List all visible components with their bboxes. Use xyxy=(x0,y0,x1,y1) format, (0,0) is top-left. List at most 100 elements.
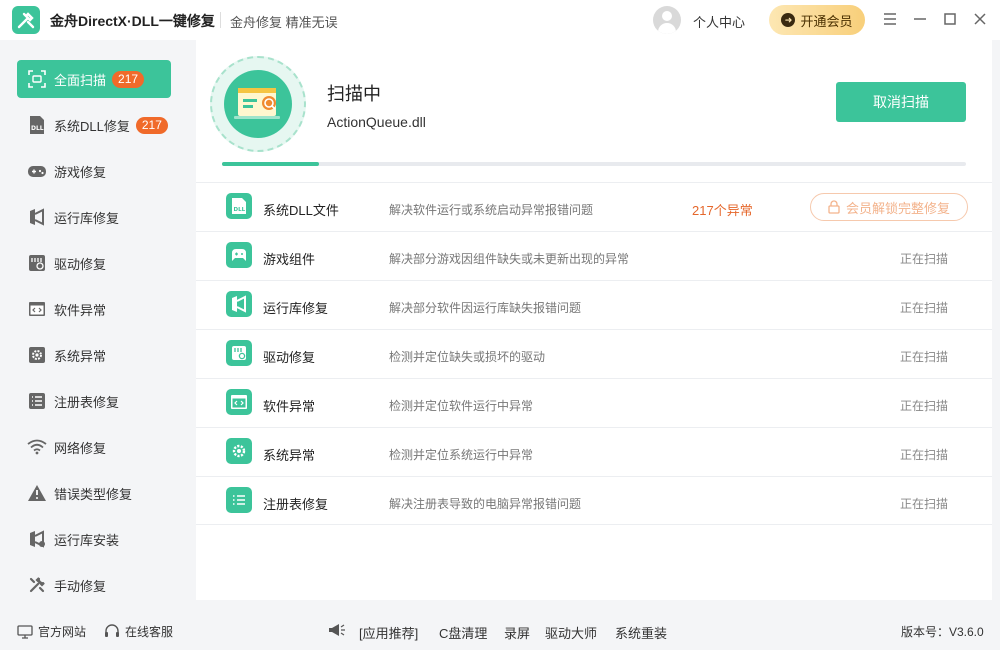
recommend-screen-record[interactable]: 录屏 xyxy=(504,623,530,642)
vip-button-label: 开通会员 xyxy=(800,13,853,29)
result-row-software: 软件异常 检测并定位软件运行中异常 正在扫描 xyxy=(196,378,992,427)
scan-status: 正在扫描 xyxy=(900,350,949,364)
sidebar-item-label: 驱动修复 xyxy=(54,256,107,272)
sidebar-item-label: 全面扫描 xyxy=(54,72,107,88)
scan-status: 正在扫描 xyxy=(900,448,949,462)
official-site-label: 官方网站 xyxy=(38,625,87,639)
result-desc: 检测并定位软件运行中异常 xyxy=(389,399,534,413)
avatar[interactable] xyxy=(653,6,681,34)
result-name: 系统DLL文件 xyxy=(263,203,339,218)
recommend-label: [应用推荐] xyxy=(359,626,419,641)
maximize-icon[interactable] xyxy=(941,10,959,28)
minimize-icon[interactable] xyxy=(911,10,929,28)
user-center-link[interactable]: 个人中心 xyxy=(693,12,745,31)
game-component-icon xyxy=(226,242,252,268)
cancel-scan-button[interactable]: 取消扫描 xyxy=(836,82,966,122)
count-badge: 217 xyxy=(112,70,145,88)
result-name: 注册表修复 xyxy=(263,497,329,512)
app-logo-icon xyxy=(12,6,40,34)
sidebar-item-driver[interactable]: 驱动修复 xyxy=(17,244,171,282)
result-desc: 检测并定位系统运行中异常 xyxy=(389,448,534,462)
wrench-icon xyxy=(27,575,47,595)
result-row-system: 系统异常 检测并定位系统运行中异常 正在扫描 xyxy=(196,427,992,476)
dll-file-icon: DLL xyxy=(226,193,252,219)
runtime-icon xyxy=(27,207,47,227)
sidebar-item-label: 运行库安装 xyxy=(54,532,120,548)
runtime-icon xyxy=(226,291,252,317)
sidebar-item-label: 系统异常 xyxy=(54,348,107,364)
scan-status: 正在扫描 xyxy=(900,399,949,413)
sidebar-item-manual[interactable]: 手动修复 xyxy=(17,566,171,604)
sidebar-item-game[interactable]: 游戏修复 xyxy=(17,152,171,190)
count-badge: 217 xyxy=(135,116,168,134)
scan-status: 正在扫描 xyxy=(900,497,949,511)
result-name: 运行库修复 xyxy=(263,301,329,316)
list-icon xyxy=(226,487,252,513)
gamepad-icon xyxy=(27,161,47,181)
sidebar-item-label: 系统DLL修复 xyxy=(54,118,130,134)
online-service-link[interactable]: 在线客服 xyxy=(104,623,173,640)
sidebar-item-label: 网络修复 xyxy=(54,440,107,456)
list-icon xyxy=(27,391,47,411)
driver-icon xyxy=(226,340,252,366)
sidebar-item-full-scan[interactable]: 全面扫描 217 xyxy=(17,60,171,98)
scan-animation xyxy=(210,56,306,152)
dll-icon: DLL xyxy=(27,115,47,135)
official-site-link[interactable]: 官方网站 xyxy=(17,623,86,640)
sidebar-item-registry[interactable]: 注册表修复 xyxy=(17,382,171,420)
result-name: 系统异常 xyxy=(263,448,316,463)
result-desc: 解决注册表导致的电脑异常报错问题 xyxy=(389,497,582,511)
result-desc: 解决部分软件因运行库缺失报错问题 xyxy=(389,301,582,315)
app-title: 金舟DirectX·DLL一键修复 xyxy=(50,13,215,29)
scan-progress-bar xyxy=(222,162,966,166)
current-scan-file: ActionQueue.dll xyxy=(327,114,426,130)
footer: 官方网站 在线客服 [应用推荐] C盘清理 录屏 驱动大师 系统重装 版本号：V… xyxy=(0,610,1000,650)
online-service-label: 在线客服 xyxy=(125,625,174,639)
sidebar-item-system-dll[interactable]: DLL 系统DLL修复 217 xyxy=(17,106,171,144)
scan-title: 扫描中 xyxy=(327,84,381,104)
arrow-right-icon: ➜ xyxy=(781,13,796,27)
sidebar-item-system-error[interactable]: 系统异常 xyxy=(17,336,171,374)
scanning-window-icon xyxy=(224,70,292,138)
code-window-icon xyxy=(27,299,47,319)
runtime-install-icon xyxy=(27,529,47,549)
app-slogan: 金舟修复 精准无误 xyxy=(230,15,338,30)
version-label: 版本号：V3.6.0 xyxy=(901,625,984,639)
sidebar-item-software-error[interactable]: 软件异常 xyxy=(17,290,171,328)
title-bar: 金舟DirectX·DLL一键修复 金舟修复 精准无误 个人中心 ➜ 开通会员 xyxy=(0,0,1000,40)
sidebar-item-label: 软件异常 xyxy=(54,302,107,318)
scan-progress-fill xyxy=(222,162,319,166)
wifi-icon xyxy=(27,437,47,457)
unlock-full-repair-button[interactable]: 会员解锁完整修复 xyxy=(810,193,968,221)
gear-icon xyxy=(226,438,252,464)
sidebar: 全面扫描 217 DLL 系统DLL修复 217 游戏修复 运行库修复 驱动修复… xyxy=(0,40,190,610)
sidebar-item-runtime[interactable]: 运行库修复 xyxy=(17,198,171,236)
sidebar-item-label: 错误类型修复 xyxy=(54,486,133,502)
result-name: 游戏组件 xyxy=(263,252,316,267)
result-row-dll: DLL 系统DLL文件 解决软件运行或系统启动异常报错问题 217个异常 会员解… xyxy=(196,182,992,231)
vip-button[interactable]: ➜ 开通会员 xyxy=(769,5,865,35)
warning-icon xyxy=(27,483,47,503)
scan-status: 正在扫描 xyxy=(900,301,949,315)
unlock-button-label: 会员解锁完整修复 xyxy=(845,200,950,216)
monitor-icon xyxy=(17,624,33,639)
error-count: 217个异常 xyxy=(692,203,753,218)
result-row-driver: 驱动修复 检测并定位缺失或损坏的驱动 正在扫描 xyxy=(196,329,992,378)
main-panel: 扫描中 ActionQueue.dll 取消扫描 DLL 系统DLL文件 解决软… xyxy=(196,40,992,600)
recommend-c-drive-clean[interactable]: C盘清理 xyxy=(439,623,487,642)
sidebar-item-network[interactable]: 网络修复 xyxy=(17,428,171,466)
sidebar-item-error-type[interactable]: 错误类型修复 xyxy=(17,474,171,512)
recommend-system-reinstall[interactable]: 系统重装 xyxy=(615,623,667,642)
close-icon[interactable] xyxy=(971,10,989,28)
scan-icon xyxy=(27,69,47,89)
recommend-driver-master[interactable]: 驱动大师 xyxy=(545,623,597,642)
result-desc: 检测并定位缺失或损坏的驱动 xyxy=(389,350,546,364)
menu-icon[interactable] xyxy=(881,10,899,28)
result-name: 软件异常 xyxy=(263,399,316,414)
sidebar-item-label: 手动修复 xyxy=(54,578,107,594)
sidebar-item-runtime-install[interactable]: 运行库安装 xyxy=(17,520,171,558)
result-row-runtime: 运行库修复 解决部分软件因运行库缺失报错问题 正在扫描 xyxy=(196,280,992,329)
title-divider xyxy=(220,12,221,28)
code-window-icon xyxy=(226,389,252,415)
sidebar-item-label: 注册表修复 xyxy=(54,394,120,410)
